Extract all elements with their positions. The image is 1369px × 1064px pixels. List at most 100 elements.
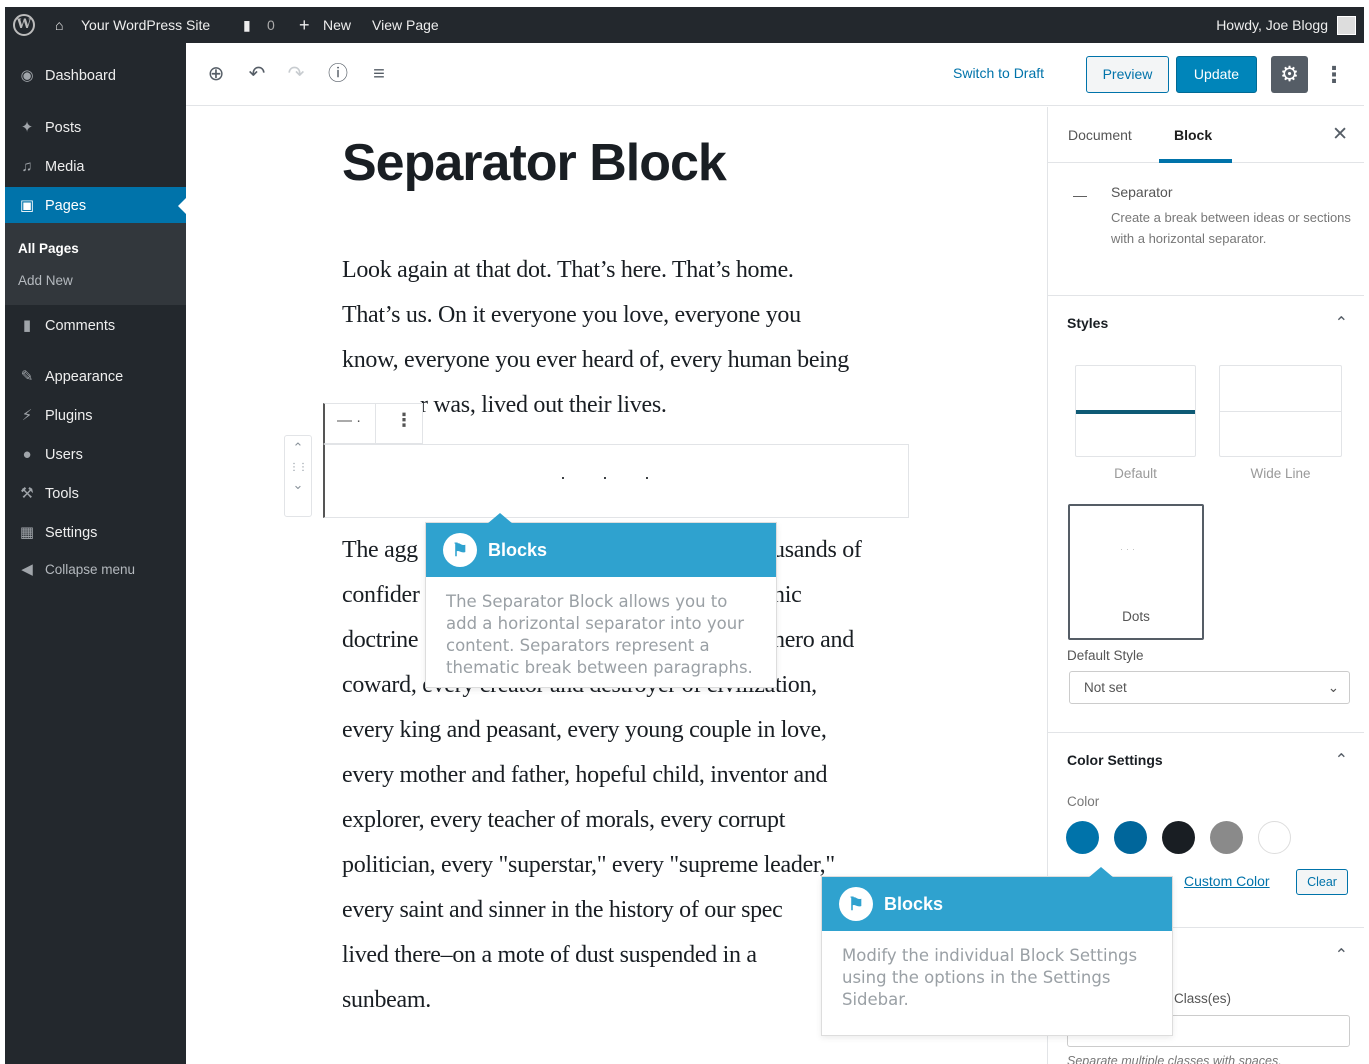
block-mover: ⌃ ⋮⋮ ⌄ <box>284 435 312 517</box>
popover-text: Modify the individual Block Settings usi… <box>842 946 1138 1009</box>
sidebar-item-users[interactable]: ● Users <box>5 436 186 474</box>
submenu-add-new[interactable]: Add New <box>18 273 73 288</box>
paragraph-line[interactable]: That’s us. On it everyone you love, ever… <box>342 293 801 338</box>
comment-bubble-icon[interactable]: ▮ <box>243 7 251 43</box>
flag-icon: ⚑ <box>839 887 873 921</box>
paragraph-line[interactable]: every king and peasant, every young coup… <box>342 708 827 753</box>
paragraph-line[interactable]: doctrine <box>342 618 419 663</box>
paragraph-line[interactable]: Look again at that dot. That’s here. Tha… <box>342 248 794 293</box>
close-icon[interactable]: ✕ <box>1332 123 1348 146</box>
chevron-up-icon[interactable]: ⌃ <box>1335 945 1348 965</box>
paragraph-line[interactable]: r was, lived out their lives. <box>420 383 667 428</box>
toolbar-divider <box>375 404 376 443</box>
view-page-link[interactable]: View Page <box>372 7 439 43</box>
block-card-description: Create a break between ideas or sections… <box>1111 210 1351 246</box>
clear-color-button[interactable]: Clear <box>1296 869 1348 895</box>
paragraph-line[interactable]: nic <box>773 573 802 618</box>
sidebar-item-dashboard[interactable]: ◉ Dashboard <box>5 57 186 95</box>
site-name-link[interactable]: Your WordPress Site <box>81 7 210 43</box>
sidebar-item-settings[interactable]: ▦ Settings <box>5 514 186 552</box>
chevron-up-icon[interactable]: ⌃ <box>1335 313 1348 333</box>
popover-header: ⚑ Blocks <box>426 523 776 577</box>
color-swatch-blue[interactable] <box>1066 821 1099 854</box>
plus-icon[interactable]: + <box>299 7 310 43</box>
paragraph-line[interactable]: sunbeam. <box>342 978 431 1023</box>
move-up-icon[interactable]: ⌃ <box>285 440 311 456</box>
sidebar-collapse-menu[interactable]: ◀ Collapse menu <box>5 551 186 589</box>
tab-document[interactable]: Document <box>1068 127 1132 143</box>
styles-panel-title[interactable]: Styles <box>1067 315 1108 331</box>
default-style-label: Default Style <box>1067 648 1144 663</box>
popover-text: The Separator Block allows you to add a … <box>446 592 753 677</box>
color-swatch-white[interactable] <box>1258 821 1291 854</box>
pushpin-icon: ✦ <box>20 119 34 136</box>
paragraph-line[interactable]: confider <box>342 573 420 618</box>
move-down-icon[interactable]: ⌄ <box>285 477 311 493</box>
separator-block[interactable]: ··· <box>323 444 909 518</box>
separator-dots: ··· <box>560 467 686 487</box>
settings-gear-icon[interactable]: ⚙ <box>1271 56 1308 93</box>
style-label-dots: Dots <box>1122 609 1150 624</box>
update-button[interactable]: Update <box>1176 56 1257 93</box>
paragraph-line[interactable]: know, everyone you ever heard of, every … <box>342 338 849 383</box>
admin-bar: W ⌂ Your WordPress Site ▮ 0 + New View P… <box>5 7 1364 43</box>
active-indicator-arrow <box>178 198 186 214</box>
default-style-select[interactable]: Not set ⌄ <box>1069 671 1350 704</box>
sidebar-item-pages[interactable]: ▣ Pages <box>5 187 186 225</box>
separator-block-icon[interactable]: — · <box>337 412 361 429</box>
color-swatch-black[interactable] <box>1162 821 1195 854</box>
sidebar-item-tools[interactable]: ⚒ Tools <box>5 475 186 513</box>
comments-icon: ▮ <box>22 317 32 334</box>
panel-divider <box>1048 295 1364 296</box>
tab-block[interactable]: Block <box>1174 127 1212 143</box>
add-block-icon[interactable]: ⊕ <box>203 61 229 87</box>
color-settings-title[interactable]: Color Settings <box>1067 752 1163 768</box>
new-link[interactable]: New <box>323 7 351 43</box>
style-option-wide-line[interactable] <box>1219 365 1342 457</box>
avatar[interactable] <box>1337 16 1356 35</box>
redo-icon[interactable]: ↷ <box>283 61 309 87</box>
settings-tabs: Document Block ✕ <box>1048 107 1364 163</box>
separator-preview <box>1076 410 1195 414</box>
style-option-default[interactable] <box>1075 365 1196 457</box>
block-navigation-icon[interactable]: ≡ <box>366 61 392 87</box>
paragraph-line[interactable]: every saint and sinner in the history of… <box>342 888 783 933</box>
sidebar-item-comments[interactable]: ▮ Comments <box>5 307 186 345</box>
sidebar-item-posts[interactable]: ✦ Posts <box>5 109 186 147</box>
paragraph-line[interactable]: politician, every "superstar," every "su… <box>342 843 835 888</box>
separator-preview <box>1220 411 1341 412</box>
color-swatch-gray[interactable] <box>1210 821 1243 854</box>
sidebar-item-plugins[interactable]: ⚡ Plugins <box>5 397 186 435</box>
chevron-up-icon[interactable]: ⌃ <box>1335 750 1348 770</box>
preview-button[interactable]: Preview <box>1086 56 1169 93</box>
sidebar-item-media[interactable]: ♫ Media <box>5 148 186 186</box>
more-options-icon[interactable]: ⋮ <box>1323 56 1345 93</box>
undo-icon[interactable]: ↶ <box>244 61 270 87</box>
home-icon: ⌂ <box>55 17 64 33</box>
page-title[interactable]: Separator Block <box>342 134 727 192</box>
sidebar-item-appearance[interactable]: ✎ Appearance <box>5 358 186 396</box>
submenu-all-pages[interactable]: All Pages <box>18 241 79 256</box>
howdy-user-link[interactable]: Howdy, Joe Blogg <box>1216 7 1328 43</box>
drag-handle-icon[interactable]: ⋮⋮ <box>285 462 311 473</box>
paragraph-line[interactable]: explorer, every teacher of morals, every… <box>342 798 785 843</box>
sidebar-item-label: Collapse menu <box>45 562 136 577</box>
block-more-icon[interactable]: ⋮ <box>395 410 413 431</box>
custom-color-link[interactable]: Custom Color <box>1184 873 1270 889</box>
paragraph-line[interactable]: lived there–on a mote of dust suspended … <box>342 933 757 978</box>
css-class-label: Class(es) <box>1174 991 1232 1006</box>
info-icon[interactable]: ⓘ <box>325 61 351 87</box>
flag-icon: ⚑ <box>443 533 477 567</box>
block-card-name: Separator <box>1111 184 1173 200</box>
wordpress-logo-icon[interactable]: W <box>13 14 35 36</box>
color-swatch-dark-blue[interactable] <box>1114 821 1147 854</box>
paragraph-line[interactable]: The agg <box>342 528 418 573</box>
switch-to-draft-button[interactable]: Switch to Draft <box>953 65 1044 81</box>
comments-count[interactable]: 0 <box>267 7 275 43</box>
paragraph-line[interactable]: usands of <box>773 528 862 573</box>
select-value: Not set <box>1084 680 1127 695</box>
paragraph-line[interactable]: hero and <box>773 618 854 663</box>
style-option-dots[interactable]: ··· Dots <box>1068 504 1204 640</box>
paragraph-line[interactable]: every mother and father, hopeful child, … <box>342 753 828 798</box>
block-toolbar: — · ⋮ <box>323 403 423 444</box>
